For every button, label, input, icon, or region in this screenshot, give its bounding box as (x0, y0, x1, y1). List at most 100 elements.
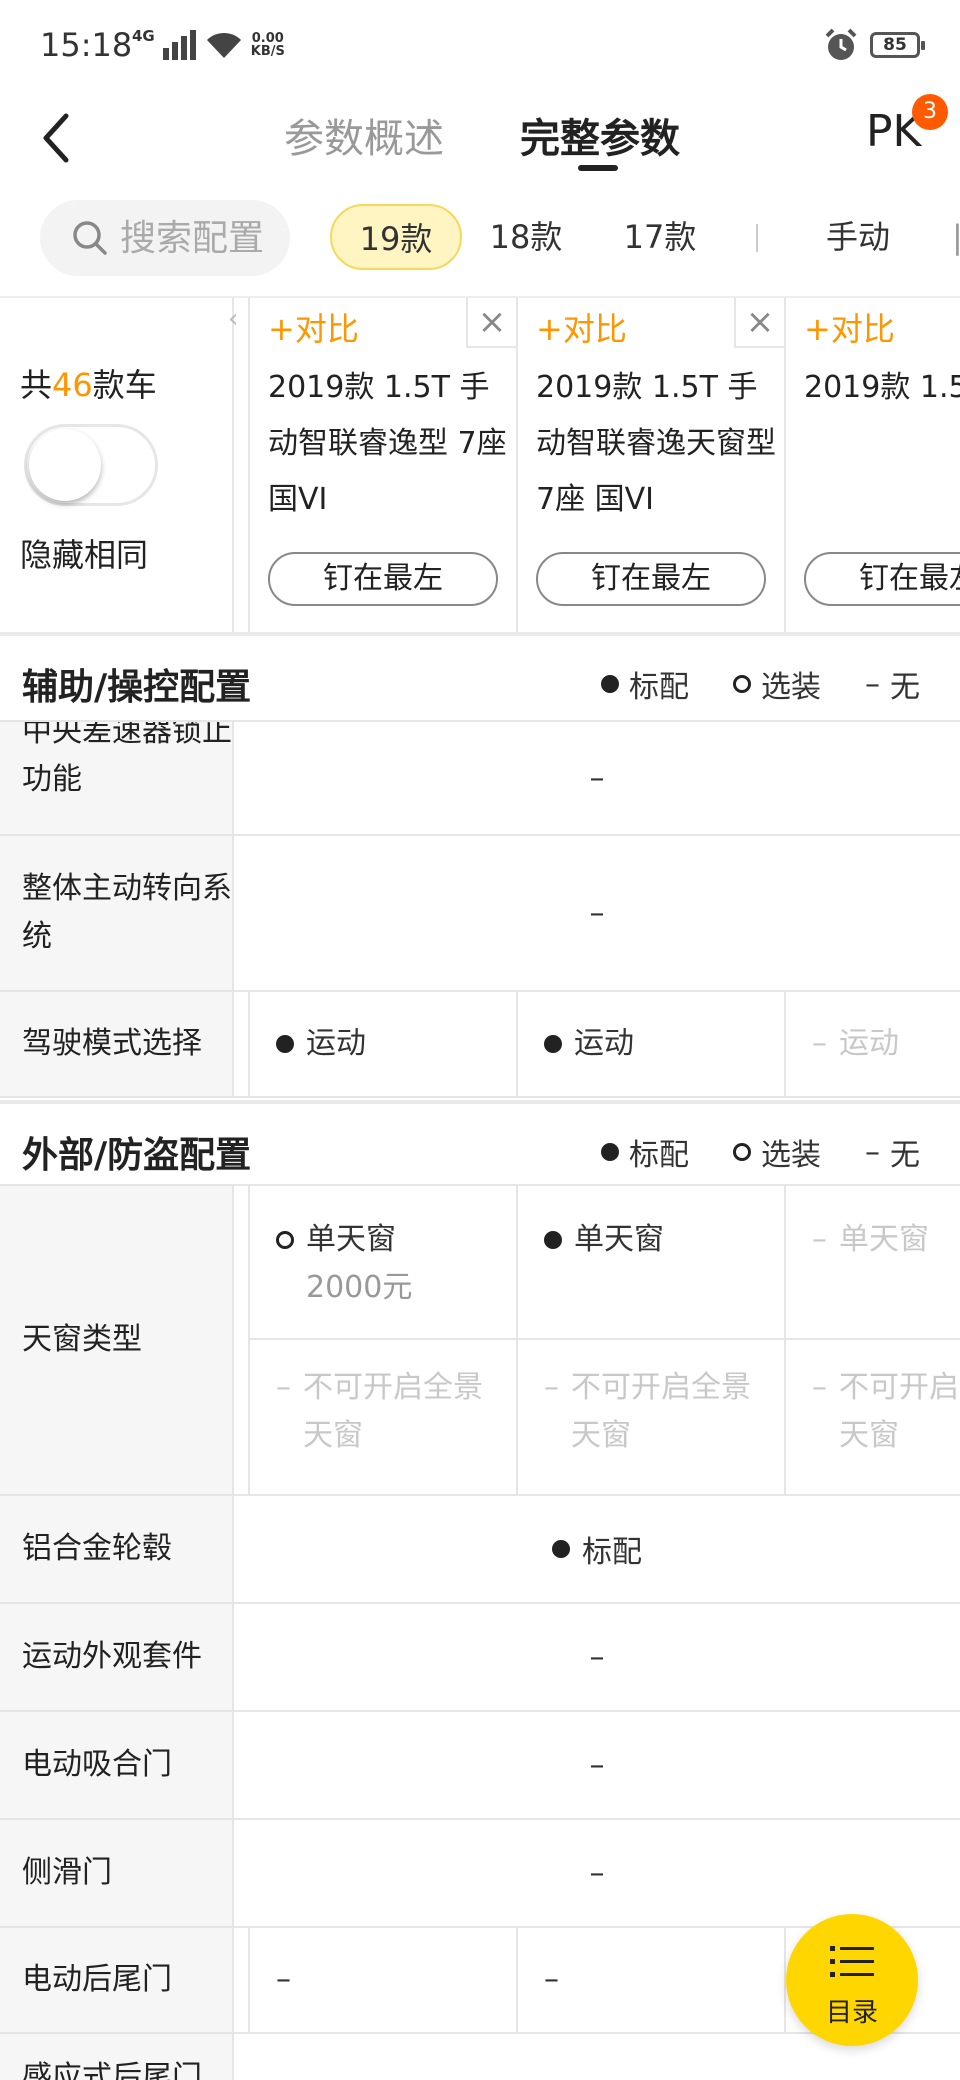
row-value: – (589, 895, 605, 931)
row-cell: 运动 (516, 992, 784, 1096)
row-value: 标配 (234, 1496, 960, 1602)
catalog-fab-button[interactable]: 目录 (786, 1914, 918, 2046)
row-label: 驾驶模式选择 (0, 992, 234, 1096)
row-cell: – (516, 1928, 784, 2032)
back-icon[interactable] (34, 108, 84, 168)
tab-full-params[interactable]: 完整参数 (520, 106, 680, 164)
pin-left-button[interactable]: 钉在最左 (536, 552, 766, 606)
row-cell: 运动 (248, 992, 516, 1096)
row-label: 电动后尾门 (0, 1928, 234, 2032)
standard-dot-icon (552, 1540, 570, 1558)
option-price: 2000元 (306, 1270, 413, 1305)
none-dash-icon: – (812, 1222, 827, 1257)
optional-ring-icon (733, 1143, 751, 1161)
total-cars: 共46款车 (20, 366, 157, 404)
search-input[interactable] (120, 217, 280, 259)
close-icon[interactable]: × (734, 298, 784, 348)
row-value: – (589, 760, 605, 796)
status-icons: 4G 0.00 KB/S (132, 27, 285, 60)
header-left-panel: 共46款车 隐藏相同 (0, 298, 234, 632)
row-value: – (589, 1855, 605, 1891)
chip-year-19[interactable]: 19款 (330, 204, 462, 270)
toggle-knob (29, 429, 101, 501)
hide-same-toggle[interactable] (24, 424, 158, 506)
table-row: 侧滑门 – (0, 1820, 960, 1928)
none-dash-icon: – (812, 1370, 827, 1405)
row-label: 侧滑门 (0, 1820, 234, 1926)
row-label: 运动外观套件 (0, 1604, 234, 1710)
pin-left-button[interactable]: 钉在最左 (268, 552, 498, 606)
none-dash-icon: – (865, 1134, 880, 1170)
signal-icon (162, 30, 196, 60)
scroll-left-chevron-icon: ‹ (228, 304, 239, 334)
legend: 标配 选装 – 无 (601, 662, 920, 706)
chip-manual[interactable]: 手动 (818, 204, 898, 270)
search-box[interactable] (40, 200, 290, 276)
nav-bar: 参数概述 完整参数 PK 3 (0, 90, 960, 190)
row-cell: –不可开启全景天窗 (516, 1340, 784, 1494)
list-icon (830, 1946, 874, 1977)
network-speed: 0.00 KB/S (250, 31, 285, 59)
table-row: 铝合金轮毂 标配 (0, 1496, 960, 1604)
standard-dot-icon (544, 1231, 562, 1249)
none-dash-icon: – (276, 1370, 291, 1405)
car-column-3: +对比 2019款 1.5T 手动智联睿尚型 7座 国VI 钉在最左 (784, 298, 960, 632)
tab-summary[interactable]: 参数概述 (284, 106, 444, 164)
row-label: 感应式后尾门 (0, 2034, 234, 2080)
standard-dot-icon (601, 675, 619, 693)
compare-header: 共46款车 隐藏相同 ‹ +对比 × 2019款 1.5T 手动智联睿逸型 7座… (0, 296, 960, 636)
row-cell: – 运动 (784, 992, 960, 1096)
table-row: 整体主动转向系统 – (0, 836, 960, 992)
section-header-assist: 辅助/操控配置 标配 选装 – 无 (0, 636, 960, 722)
pk-count-badge: 3 (912, 94, 948, 130)
row-value: – (589, 1639, 605, 1675)
standard-dot-icon (544, 1035, 562, 1053)
status-time: 15:18 (40, 26, 133, 64)
standard-dot-icon (601, 1143, 619, 1161)
section-title: 辅助/操控配置 (22, 667, 252, 708)
row-cell: 单天窗 2000元 (248, 1186, 516, 1340)
none-dash-icon: – (865, 666, 880, 702)
chip-year-18[interactable]: 18款 (486, 204, 566, 270)
row-value: – (589, 1747, 605, 1783)
table-row: 运动外观套件 – (0, 1604, 960, 1712)
row-label: 电动吸合门 (0, 1712, 234, 1818)
row-label: 整体主动转向系统 (0, 836, 234, 990)
chip-divider (756, 224, 758, 252)
close-icon[interactable]: × (466, 298, 516, 348)
status-bar: 15:18 4G 0.00 KB/S 85 (0, 0, 960, 90)
row-cell: – 单天窗 (784, 1186, 960, 1340)
status-right: 85 (824, 28, 925, 62)
table-row: 电动吸合门 – (0, 1712, 960, 1820)
row-cell: –不可开启全景天窗 (248, 1340, 516, 1494)
row-cell: 单天窗 (516, 1186, 784, 1340)
row-label: 中央差速器锁止功能 (0, 722, 234, 834)
battery-indicator: 85 (870, 32, 925, 58)
legend: 标配 选装 – 无 (601, 1130, 920, 1174)
car-column-1: +对比 × 2019款 1.5T 手动智联睿逸型 7座 国VI 钉在最左 (248, 298, 516, 632)
hide-same-label: 隐藏相同 (20, 536, 149, 574)
optional-ring-icon (276, 1231, 294, 1249)
chip-year-17[interactable]: 17款 (620, 204, 700, 270)
chip-overflow: | (952, 218, 960, 256)
table-row: 中央差速器锁止功能 – (0, 722, 960, 836)
compare-button[interactable]: +对比 (536, 304, 627, 350)
standard-dot-icon (276, 1035, 294, 1053)
pin-left-button[interactable]: 钉在最左 (804, 552, 960, 606)
car-column-2: +对比 × 2019款 1.5T 手动智联睿逸天窗型 7座 国VI 钉在最左 (516, 298, 784, 632)
compare-button[interactable]: +对比 (804, 304, 895, 350)
optional-ring-icon (733, 675, 751, 693)
car-name: 2019款 1.5T 手动智联睿尚型 7座 国VI (804, 370, 960, 405)
filter-bar: 19款 18款 17款 手动 | (0, 196, 960, 296)
none-dash-icon: – (812, 1026, 827, 1061)
table-row: 天窗类型 单天窗 2000元 单天窗 – 单天窗 – 不可开启全景天窗 – 不可开启全景… (0, 1186, 960, 1496)
compare-button[interactable]: +对比 (268, 304, 359, 350)
row-label: 天窗类型 (0, 1186, 234, 1494)
table-row: 驾驶模式选择 运动 运动 – 运动 (0, 992, 960, 1098)
network-type: 4G (132, 27, 155, 45)
row-cell: – (248, 1928, 516, 2032)
car-name: 2019款 1.5T 手动智联睿逸天窗型 7座 国VI (536, 370, 776, 517)
car-name: 2019款 1.5T 手动智联睿逸型 7座 国VI (268, 370, 507, 517)
section-title: 外部/防盗配置 (22, 1135, 252, 1176)
row-label: 铝合金轮毂 (0, 1496, 234, 1602)
